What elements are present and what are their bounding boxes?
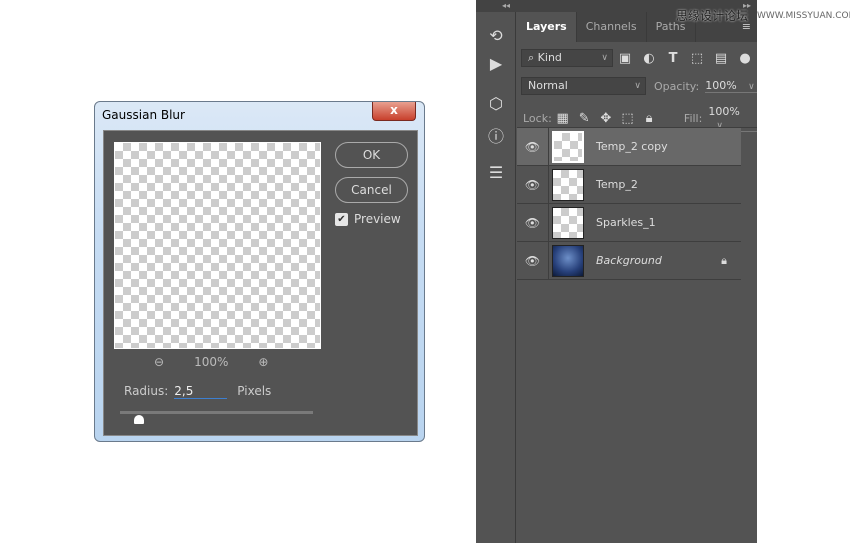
layer-row[interactable]: 👁︎ Temp_2 copy [517,127,741,166]
blend-mode-select[interactable]: Normal ∨ [521,77,646,95]
gaussian-blur-dialog: Gaussian Blur x OK Cancel ✔ Preview ⊖ 100… [94,101,425,442]
fill-value: 100% [708,105,740,118]
radius-slider[interactable] [120,411,313,414]
opacity-label: Opacity: [654,79,700,93]
shape-filter-icon[interactable]: ⬚ [685,51,709,66]
collapse-icon[interactable]: ◂◂ [502,1,510,10]
lock-icon: 🔒︎ [721,253,727,267]
radius-label: Radius: [124,384,169,398]
radius-input[interactable]: 2,5 [174,384,228,399]
zoom-out-icon[interactable]: ⊖ [154,355,164,369]
zoom-level: 100% [194,355,229,369]
layer-thumbnail [552,206,584,239]
dialog-title: Gaussian Blur [102,108,185,122]
watermark-logo: 思缘设计论坛 [676,9,749,23]
fill-label: Fill: [683,112,703,125]
filter-toggle-icon[interactable]: ● [733,51,757,66]
checkmark-icon: ✔ [335,212,348,226]
layer-name: Background [596,254,662,267]
layer-name: Sparkles_1 [596,216,656,229]
filter-kind-select[interactable]: ⌕ Kind ∨ [521,49,613,67]
layer-name: Temp_2 [596,178,638,191]
layer-row[interactable]: 👁︎ Temp_2 [517,165,741,204]
layer-row[interactable]: 👁︎ Background 🔒︎ [517,241,741,280]
lock-transparent-icon[interactable]: ▦ [552,111,574,126]
clone-source-icon[interactable]: ☰ [476,163,516,182]
info-icon[interactable]: ⓘ [476,123,516,147]
ok-button[interactable]: OK [335,142,408,168]
layer-name: Temp_2 copy [596,140,668,153]
visibility-eye-icon[interactable]: 👁︎ [517,241,549,280]
adjustment-filter-icon[interactable]: ◐ [637,51,661,66]
dialog-body: OK Cancel ✔ Preview ⊖ 100% ⊕ Radius: 2,5 … [103,130,418,436]
actions-play-icon[interactable]: ▶ [476,54,516,73]
lock-move-icon[interactable]: ✥ [595,111,617,126]
preview-checkbox[interactable]: ✔ Preview [335,212,401,226]
visibility-eye-icon[interactable]: 👁︎ [517,127,549,166]
layer-thumbnail [552,168,584,201]
lock-paint-icon[interactable]: ✎ [573,111,595,126]
lock-all-icon[interactable]: 🔒︎ [638,111,660,126]
opacity-input[interactable]: 100% ∨ [705,79,757,93]
cancel-button[interactable]: Cancel [335,177,408,203]
tool-strip: ⟲ ▶ ⬡ ⓘ ☰ [476,12,516,543]
smart-object-filter-icon[interactable]: ▤ [709,51,733,66]
visibility-eye-icon[interactable]: 👁︎ [517,203,549,242]
close-button[interactable]: x [372,102,416,121]
tab-channels[interactable]: Channels [577,12,647,42]
radius-unit: Pixels [237,384,272,398]
preview-label: Preview [354,212,401,226]
lock-label: Lock: [523,112,552,125]
image-filter-icon[interactable]: ▣ [613,51,637,66]
layer-row[interactable]: 👁︎ Sparkles_1 [517,203,741,242]
zoom-in-icon[interactable]: ⊕ [258,355,268,369]
watermark-url: WWW.MISSYUAN.COM [757,11,850,21]
3d-icon[interactable]: ⬡ [476,94,516,113]
blend-mode-value: Normal [528,79,568,92]
layer-thumbnail [552,130,584,163]
tab-layers[interactable]: Layers [517,12,577,42]
lock-artboard-icon[interactable]: ⬚ [617,111,639,126]
layers-panel: Layers Channels Paths ≡ ⌕ Kind ∨ ▣ ◐ T ⬚ … [517,12,757,543]
filter-kind-value: Kind [537,51,562,64]
opacity-value: 100% [705,79,737,92]
blur-preview[interactable] [114,142,321,349]
layer-thumbnail [552,244,584,277]
history-icon[interactable]: ⟲ [476,26,516,45]
slider-thumb[interactable] [134,415,145,424]
visibility-eye-icon[interactable]: 👁︎ [517,165,549,204]
photoshop-panels: ◂◂ ▸▸ ⟲ ▶ ⬡ ⓘ ☰ Layers Channels Paths ≡ ⌕… [476,0,757,543]
type-filter-icon[interactable]: T [661,51,685,66]
